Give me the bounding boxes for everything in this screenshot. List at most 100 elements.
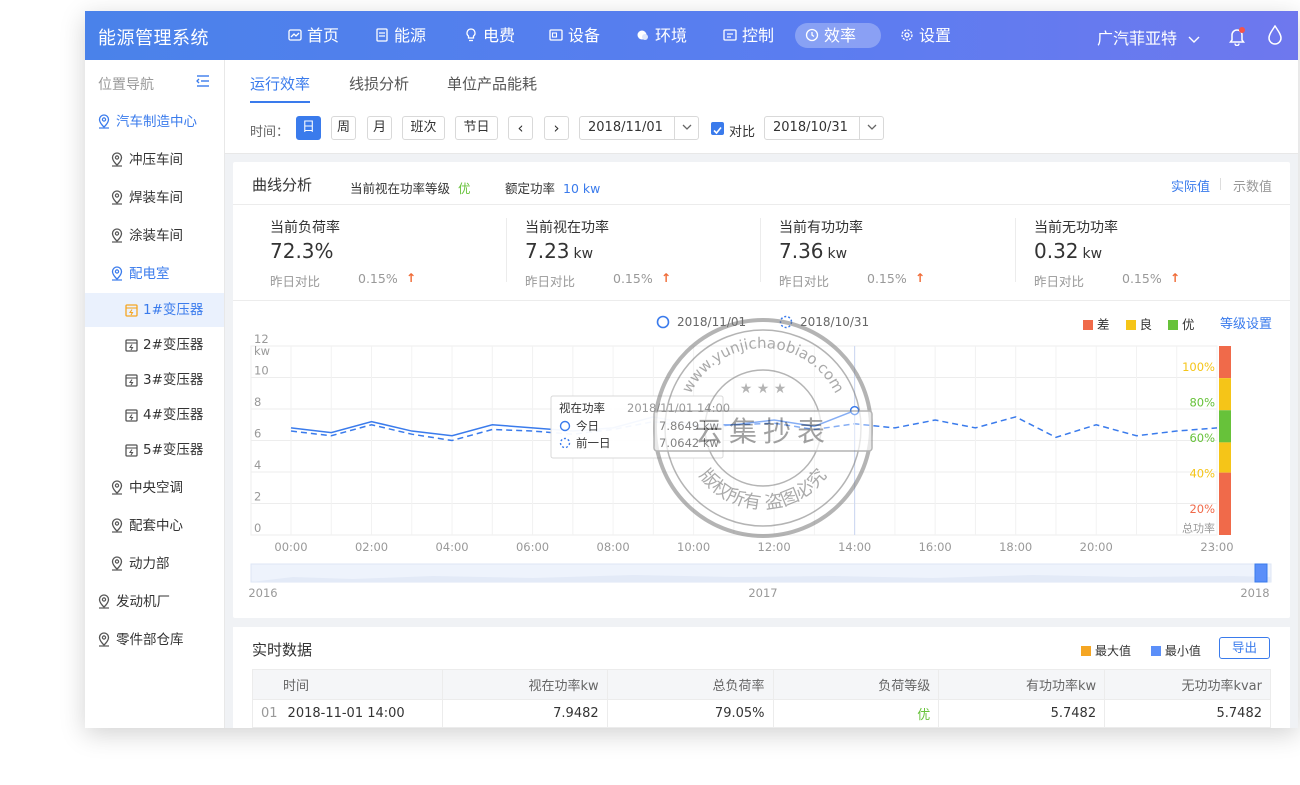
sidebar-item-label: 5#变压器 bbox=[143, 442, 204, 458]
sidebar-item-auto-center[interactable]: 汽车制造中心 bbox=[85, 105, 224, 139]
power-grade-meta: 当前视在功率等级优 bbox=[350, 178, 471, 197]
grade-band-label: 60% bbox=[1189, 431, 1215, 445]
power-line-chart: 024681012kw00:00 02:00 04:00 06:00 08:00 10:0… bbox=[248, 315, 1272, 600]
time-cell: 01 2018-11-01 14:00 bbox=[252, 699, 443, 728]
nav-home[interactable]: 首页 bbox=[278, 23, 349, 48]
document-icon bbox=[376, 28, 388, 42]
sidebar-item-transformer-3[interactable]: 3#变压器 bbox=[85, 363, 224, 397]
compare-date-select[interactable]: 2018/10/31 bbox=[764, 116, 884, 140]
table-row[interactable]: 01 2018-11-01 14:00 7.9482 79.05% 优 5.748… bbox=[252, 699, 1271, 728]
x-tick-label: 08:00 bbox=[597, 540, 630, 554]
sidebar-item-label: 汽车制造中心 bbox=[116, 114, 197, 130]
next-day-button[interactable]: › bbox=[544, 116, 569, 140]
stat-compare-value: 0.15% bbox=[867, 271, 907, 286]
sidebar-item-parts-warehouse[interactable]: 零件部仓库 bbox=[85, 623, 224, 657]
compare-date-value: 2018/10/31 bbox=[773, 120, 848, 135]
holiday-button[interactable]: 节日 bbox=[455, 116, 498, 140]
location-pin-icon bbox=[111, 266, 123, 281]
location-pin-icon bbox=[98, 114, 110, 129]
check-icon bbox=[713, 126, 722, 135]
nav-energy[interactable]: 能源 bbox=[365, 23, 436, 48]
nav-environment[interactable]: 环境 bbox=[626, 23, 697, 48]
actual-value-toggle[interactable]: 实际值 bbox=[1171, 176, 1210, 195]
nav-control[interactable]: 控制 bbox=[713, 23, 784, 48]
sidebar-item-transformer-5[interactable]: 5#变压器 bbox=[85, 433, 224, 467]
nav-control-label: 控制 bbox=[742, 26, 775, 45]
divider bbox=[1015, 218, 1016, 282]
chevron-down-icon bbox=[674, 117, 698, 139]
reading-value-toggle[interactable]: 示数值 bbox=[1233, 176, 1272, 195]
location-pin-icon bbox=[111, 480, 123, 495]
sidebar-item-welding[interactable]: 焊装车间 bbox=[85, 181, 224, 215]
sidebar-item-power-dept[interactable]: 动力部 bbox=[85, 547, 224, 581]
nav-device[interactable]: 设备 bbox=[539, 23, 610, 48]
x-tick-label: 14:00 bbox=[838, 540, 871, 554]
stat-value: 7.23 kw bbox=[525, 239, 593, 263]
bell-icon[interactable] bbox=[1228, 26, 1246, 46]
chevron-down-icon bbox=[859, 117, 883, 139]
tooltip-row-value: 7.8649 kw bbox=[659, 419, 719, 433]
date-select[interactable]: 2018/11/01 bbox=[579, 116, 699, 140]
sidebar-item-label: 发动机厂 bbox=[116, 594, 170, 610]
chevron-down-icon bbox=[1188, 36, 1200, 43]
active-power-cell: 5.7482 bbox=[938, 699, 1106, 728]
y-tick-label: 6 bbox=[254, 427, 261, 441]
reactive-power-cell: 5.7482 bbox=[1104, 699, 1271, 728]
stat-number: 72.3% bbox=[270, 239, 334, 263]
stat-compare-label: 昨日对比 bbox=[270, 274, 321, 289]
sidebar-item-transformer-1[interactable]: 1#变压器 bbox=[85, 293, 224, 327]
shift-button[interactable]: 班次 bbox=[402, 116, 445, 140]
grade-band-segment bbox=[1219, 442, 1231, 473]
column-header[interactable]: 总负荷率 bbox=[606, 669, 774, 700]
sidebar-item-hvac[interactable]: 中央空调 bbox=[85, 471, 224, 505]
column-header[interactable]: 有功功率kw bbox=[938, 669, 1106, 700]
prev-day-button[interactable]: ‹ bbox=[508, 116, 533, 140]
organization-name: 广汽菲亚特 bbox=[1097, 29, 1178, 48]
table-header-row: 时间 视在功率kw 总负荷率 负荷等级 有功功率kw 无功功率kvar bbox=[252, 669, 1271, 700]
stat-active-power: 当前有功功率 7.36 kw 昨日对比 0.15% ↑ bbox=[779, 217, 1033, 289]
max-min-legend: 最大值 最小值 bbox=[1081, 642, 1201, 659]
tab-unit-consumption[interactable]: 单位产品能耗 bbox=[447, 73, 537, 103]
device-icon bbox=[549, 29, 563, 41]
nav-settings[interactable]: 设置 bbox=[890, 23, 961, 48]
stat-number: 0.32 bbox=[1034, 239, 1079, 263]
nav-efficiency[interactable]: 效率 bbox=[795, 23, 881, 48]
month-button[interactable]: 月 bbox=[367, 116, 392, 140]
zoom-axis-label: 2018 bbox=[1240, 586, 1269, 600]
y-tick-label: 2 bbox=[254, 490, 261, 504]
transformer-icon bbox=[125, 374, 138, 387]
grade-band-label: 20% bbox=[1189, 502, 1215, 516]
y-tick-label: 8 bbox=[254, 395, 261, 409]
tab-line-loss[interactable]: 线损分析 bbox=[349, 73, 409, 103]
x-tick-label: 12:00 bbox=[758, 540, 791, 554]
grade-band-segment bbox=[1219, 410, 1231, 443]
card-title: 曲线分析 bbox=[252, 176, 313, 194]
sidebar-item-painting[interactable]: 涂装车间 bbox=[85, 219, 224, 253]
column-header[interactable]: 负荷等级 bbox=[772, 669, 940, 700]
tab-efficiency[interactable]: 运行效率 bbox=[250, 73, 311, 103]
day-button[interactable]: 日 bbox=[296, 116, 321, 140]
sidebar-item-stamping[interactable]: 冲压车间 bbox=[85, 143, 224, 177]
collapse-menu-icon[interactable] bbox=[196, 74, 210, 88]
column-header[interactable]: 无功功率kvar bbox=[1104, 669, 1271, 700]
grade-band-segment bbox=[1219, 472, 1231, 535]
sidebar-item-transformer-2[interactable]: 2#变压器 bbox=[85, 328, 224, 362]
water-drop-icon[interactable] bbox=[1267, 25, 1283, 45]
rated-power-label: 额定功率 bbox=[505, 181, 556, 196]
column-header[interactable]: 视在功率kw bbox=[441, 669, 608, 700]
compare-checkbox[interactable] bbox=[711, 122, 724, 135]
week-button[interactable]: 周 bbox=[331, 116, 356, 140]
sidebar-item-label: 中央空调 bbox=[129, 480, 183, 496]
nav-electricity-fee[interactable]: 电费 bbox=[454, 23, 525, 48]
sidebar-item-transformer-4[interactable]: 4#变压器 bbox=[85, 398, 224, 432]
legend-swatch-min bbox=[1150, 646, 1161, 656]
sidebar-item-supply-center[interactable]: 配套中心 bbox=[85, 509, 224, 543]
sidebar-item-engine-plant[interactable]: 发动机厂 bbox=[85, 585, 224, 619]
stat-reactive-power: 当前无功功率 0.32 kw 昨日对比 0.15% ↑ bbox=[1034, 217, 1288, 289]
organization-select[interactable]: 广汽菲亚特 bbox=[1097, 25, 1200, 49]
column-header[interactable]: 时间 bbox=[252, 669, 443, 700]
sidebar-item-power-room[interactable]: 配电室 bbox=[85, 257, 224, 291]
location-pin-icon bbox=[98, 632, 110, 647]
legend-series-label: 2018/10/31 bbox=[800, 315, 869, 329]
export-button[interactable]: 导出 bbox=[1219, 637, 1270, 659]
